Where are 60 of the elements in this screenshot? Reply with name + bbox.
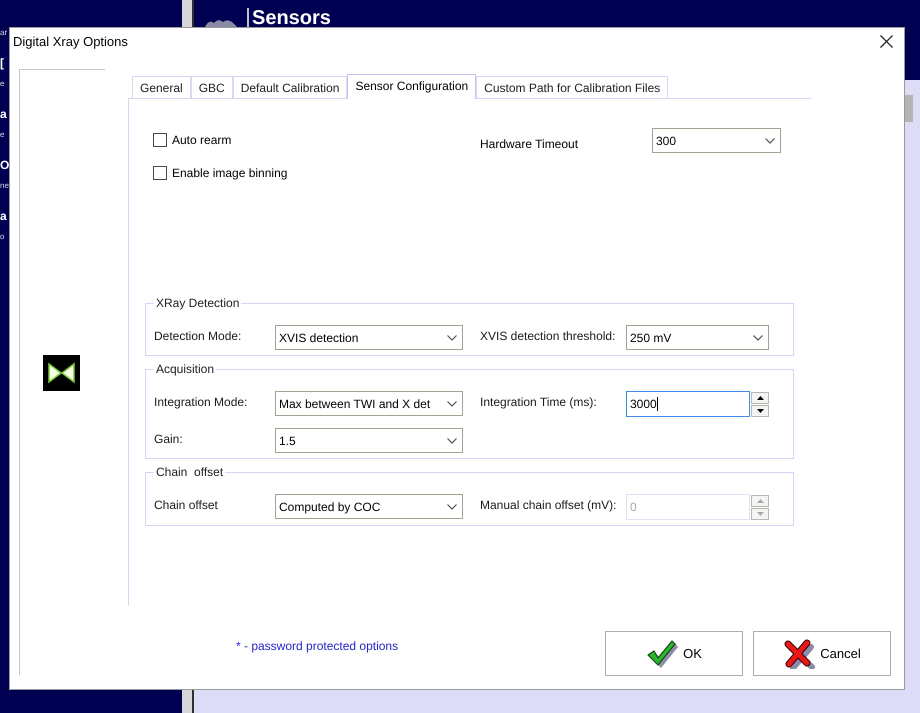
note-text: * - password protected options [236,639,398,653]
dropdown[interactable]: 250 mV [626,325,769,350]
triangle-up-icon [756,498,764,502]
chevron-down-icon [447,504,457,510]
group-title: Chain offset [154,465,226,479]
spin-down-button[interactable] [751,404,769,416]
dropdown[interactable]: Computed by COC [275,494,463,519]
field-label: Chain offset [154,498,218,512]
tab[interactable]: Default Calibration [232,76,348,98]
dropdown[interactable]: XVIS detection [275,325,463,350]
checkbox-label[interactable]: Auto rearm [172,133,232,147]
background-text: o [0,231,4,243]
tab[interactable]: GBC [190,76,233,98]
field-label: Detection Mode: [154,329,242,343]
dialog-title: Digital Xray Options [13,34,128,50]
tab[interactable]: General [132,76,191,98]
background-text: ne [0,180,9,192]
field-label: Hardware Timeout [480,137,578,151]
triangle-down-icon [756,408,764,412]
field-label: Manual chain offset (mV): [480,498,617,512]
ok-button[interactable]: OK [605,631,743,676]
group-title: XRay Detection [154,296,242,310]
app-icon [205,18,237,27]
dropdown[interactable]: 300 [652,128,781,153]
app-title: Sensors [252,8,331,28]
cross-icon [783,638,816,668]
cancel-button[interactable]: Cancel [753,631,891,676]
chevron-down-icon [447,334,457,340]
scroll-thumb[interactable] [905,95,913,122]
dropdown[interactable]: Max between TWI and X det [275,391,463,416]
background-text: e [0,78,4,90]
background-text: ar [0,27,8,39]
checkmark-icon [646,638,678,668]
number-field[interactable]: 3000 [626,391,750,417]
spin-up-button[interactable] [751,392,769,404]
triangle-up-icon [756,396,764,400]
checkbox[interactable] [153,133,167,147]
field-label: Gain: [154,432,183,446]
background-text: a [0,106,7,123]
text-cursor [656,397,658,411]
field-label: Integration Time (ms): [480,395,597,409]
group-title: Acquisition [154,362,216,376]
chevron-down-icon [447,400,457,406]
background-text: O [0,157,10,174]
chevron-down-icon [765,138,775,144]
field-label: Integration Mode: [154,395,248,409]
chevron-down-icon [753,334,763,340]
triangle-down-icon [756,512,764,516]
tab[interactable]: Sensor Configuration [347,74,476,99]
chevron-down-icon [447,438,457,444]
background-text: e [0,129,4,141]
checkbox-label[interactable]: Enable image binning [172,166,288,180]
background-text: [ [0,55,4,72]
checkbox[interactable] [153,166,167,180]
close-icon[interactable] [880,35,893,48]
background-text: a [0,208,7,225]
tab[interactable]: Custom Path for Calibration Files [476,76,668,98]
field-label: XVIS detection threshold: [480,329,616,343]
logo-icon [43,355,80,391]
dropdown[interactable]: 1.5 [275,428,463,453]
